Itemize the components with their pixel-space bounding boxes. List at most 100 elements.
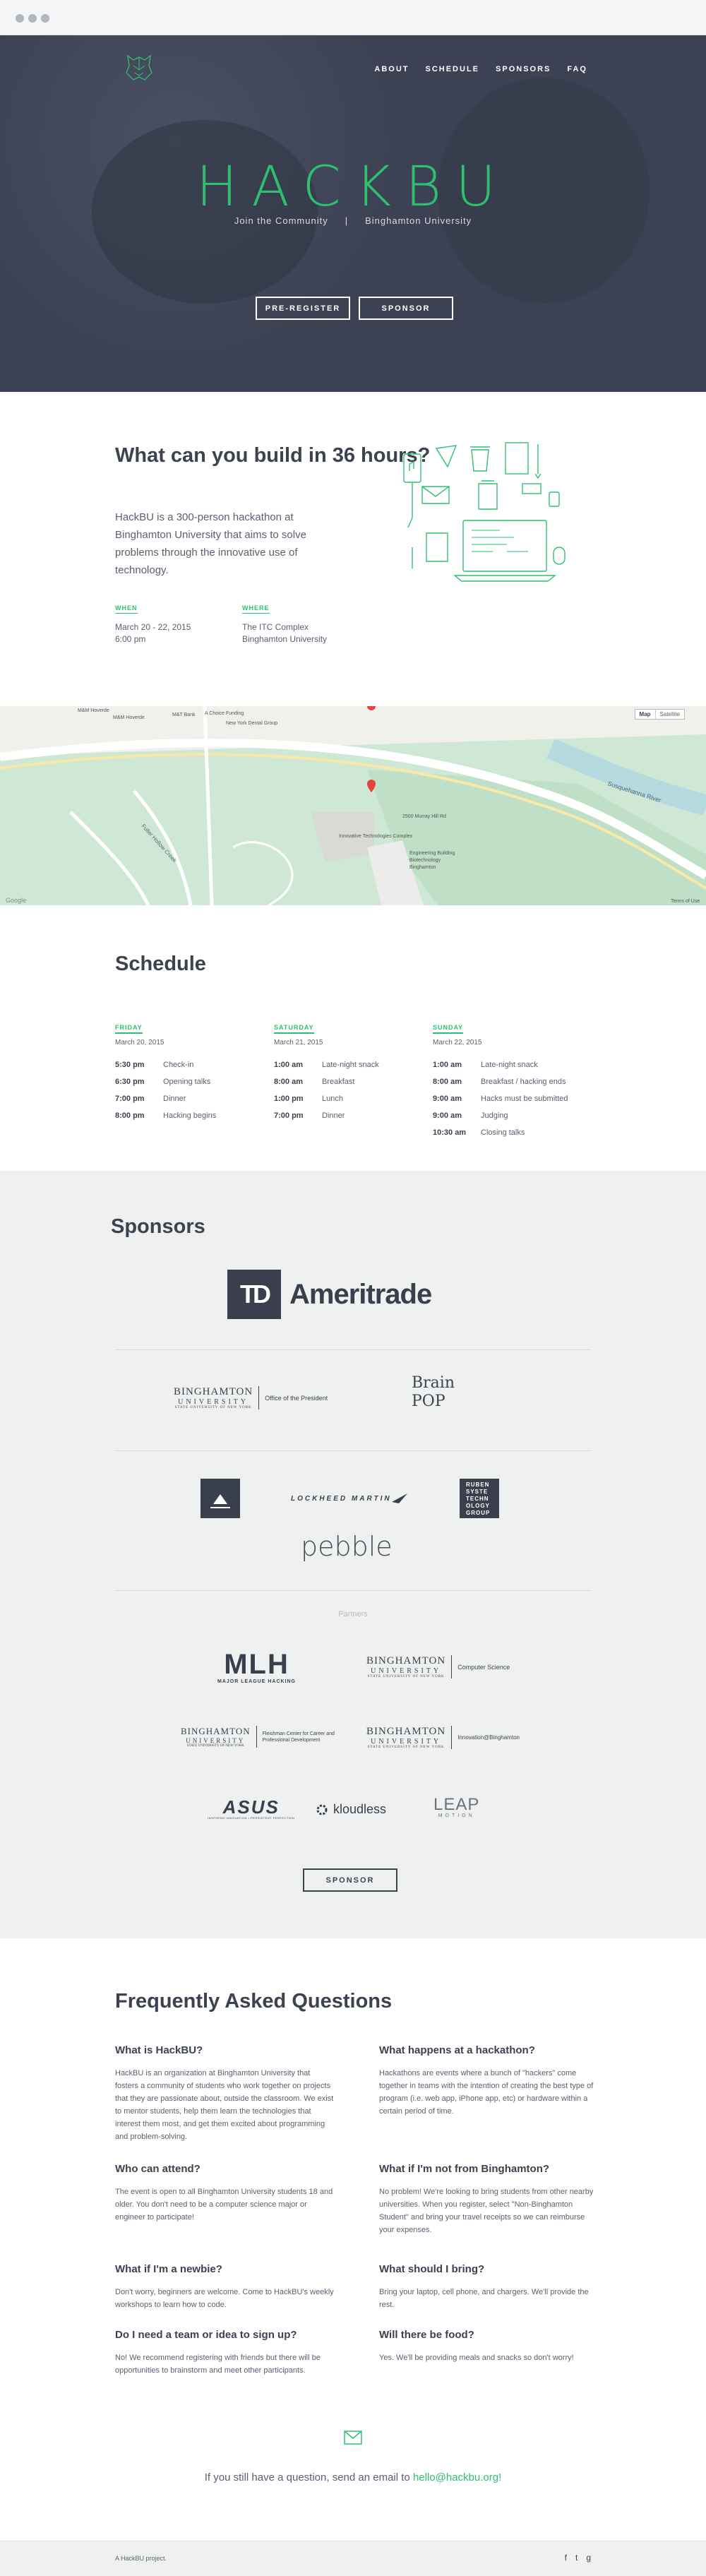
faq-section: Frequently Asked Questions What is HackB…: [0, 1938, 706, 2471]
ruben-systems-logo[interactable]: RUBEN SYSTE TECHN OLOGY GROUP: [460, 1479, 499, 1518]
about-section: What can you build in 36 hours? HackBU i…: [0, 392, 706, 706]
nav-sponsors[interactable]: SPONSORS: [496, 65, 551, 73]
map-label: 2500 Murray Hill Rd: [402, 814, 446, 819]
mlh-wordmark: MLH: [224, 1649, 289, 1680]
td-ameritrade-logo[interactable]: TD Ameritrade: [227, 1270, 432, 1319]
pebble-logo[interactable]: pebble: [301, 1531, 393, 1562]
schedule-event: 9:00 am Judging: [433, 1107, 581, 1124]
schedule-event: 1:00 pm Lunch: [274, 1090, 422, 1107]
event-label: Judging: [481, 1111, 508, 1120]
twitter-icon[interactable]: t: [575, 2553, 578, 2563]
map-label: Binghamton: [409, 865, 436, 870]
schedule-event: 8:00 am Breakfast / hacking ends: [433, 1073, 581, 1090]
facebook-icon[interactable]: f: [565, 2553, 567, 2563]
kloudless-logo[interactable]: kloudless: [315, 1802, 386, 1817]
event-label: Lunch: [322, 1095, 343, 1103]
map-type-satellite[interactable]: Satellite: [654, 710, 684, 719]
binghamton-president-logo[interactable]: BINGHAMTON UNIVERSITY STATE UNIVERSITY O…: [174, 1386, 328, 1409]
day-name: SUNDAY: [433, 1024, 464, 1034]
faq-item: What happens at a hackathon? Hackathons a…: [379, 2044, 598, 2118]
hero-title: HACKBU: [196, 155, 510, 219]
github-icon[interactable]: g: [586, 2553, 591, 2563]
footer-credit: A HackBU project.: [115, 2555, 167, 2562]
contact-email-link[interactable]: hello@hackbu.org!: [413, 2471, 501, 2483]
map-type-map[interactable]: Map: [635, 710, 655, 719]
where-label: WHERE: [242, 604, 270, 614]
mlh-logo[interactable]: MLH MAJOR LEAGUE HACKING: [217, 1650, 296, 1684]
fleishman-center-logo[interactable]: BINGHAMTON UNIVERSITY STATE UNIVERSITY O…: [181, 1726, 340, 1748]
binghamton-cs-logo[interactable]: BINGHAMTON UNIVERSITY STATE UNIVERSITY O…: [366, 1655, 510, 1678]
event-label: Closing talks: [481, 1128, 525, 1137]
innovation-label: Innovation@Binghamton: [457, 1734, 520, 1741]
notebook-icon: [505, 442, 529, 475]
ruben-line: GROUP: [466, 1510, 491, 1516]
nav-faq[interactable]: FAQ: [567, 65, 587, 73]
nav-schedule[interactable]: SCHEDULE: [426, 65, 480, 73]
pizza-icon: [435, 445, 457, 468]
ruben-line: TECHN: [466, 1496, 489, 1502]
brainpop-logo[interactable]: Brain POP: [412, 1374, 464, 1419]
location-map[interactable]: M&M Hoverde M&M Hoverde M&T Bank A Choic…: [0, 706, 706, 905]
music-note-icon: [409, 460, 414, 471]
sponsor-square-logo[interactable]: [201, 1479, 240, 1518]
leap-motion-logo[interactable]: LEAP MOTION: [433, 1796, 479, 1819]
schedule-heading: Schedule: [115, 953, 206, 975]
faq-answer: Don't worry, beginners are welcome. Come…: [115, 2288, 334, 2309]
faq-answer: HackBU is an organization at Binghamton …: [115, 2069, 334, 2141]
emblem-icon: [210, 1494, 230, 1508]
event-label: Late-night snack: [322, 1061, 379, 1069]
map-canvas[interactable]: M&M Hoverde M&M Hoverde M&T Bank A Choic…: [0, 706, 706, 905]
become-sponsor-button[interactable]: SPONSOR: [303, 1868, 397, 1892]
when-time: 6:00 pm: [115, 634, 146, 644]
about-heading: What can you build in 36 hours?: [115, 444, 431, 467]
map-type-toggle: Map Satellite: [634, 709, 685, 720]
window-dot[interactable]: [28, 14, 37, 23]
map-label: M&M Hoverde: [113, 715, 145, 720]
kloudless-gear-icon: [316, 1804, 328, 1815]
map-label: Innovative Technologies Complex: [339, 834, 413, 839]
innovation-binghamton-logo[interactable]: BINGHAMTON UNIVERSITY STATE UNIVERSITY O…: [366, 1726, 520, 1749]
sponsors-section: Sponsors TD Ameritrade BINGHAMTON UNIVER…: [0, 1171, 706, 1938]
nav-about[interactable]: ABOUT: [374, 65, 409, 73]
hero-sub-right: Binghamton University: [365, 215, 472, 226]
window-dot[interactable]: [41, 14, 49, 23]
hero-sponsor-button[interactable]: SPONSOR: [359, 297, 453, 320]
faq-question: What happens at a hackathon?: [379, 2044, 535, 2056]
event-label: Dinner: [322, 1111, 345, 1120]
event-time: 8:00 pm: [115, 1111, 145, 1120]
ruben-line: RUBEN: [466, 1481, 490, 1488]
faq-item: What if I'm not from Binghamton? No probl…: [379, 2163, 598, 2236]
lockheed-martin-logo[interactable]: LOCKHEED MARTIN: [291, 1492, 407, 1505]
event-time: 1:00 am: [433, 1061, 462, 1069]
university-wordmark: UNIVERSITY: [178, 1398, 249, 1406]
when-label: WHEN: [115, 604, 138, 614]
about-intro: HackBU is a 300-person hackathon at Bing…: [115, 511, 306, 576]
contact-line: If you still have a question, send an em…: [0, 2471, 706, 2483]
map-terms: Terms of Use: [671, 899, 700, 904]
schedule-section: Schedule FRIDAY March 20, 2015 5:30 pm Chec…: [0, 905, 706, 1171]
pencil-icon: [534, 444, 542, 479]
partners-label: Partners: [338, 1610, 368, 1618]
schedule-day-saturday: SATURDAY March 21, 2015 1:00 am Late-night …: [274, 1020, 422, 1124]
schedule-event: 1:00 am Late-night snack: [274, 1056, 422, 1073]
asus-logo[interactable]: ASUS INSPIRING INNOVATION • PERSISTENT P…: [208, 1798, 294, 1820]
event-label: Hacking begins: [163, 1111, 217, 1120]
laptop-icon: [462, 520, 547, 572]
suny-label: STATE UNIVERSITY OF NEW YORK: [367, 1746, 445, 1749]
binghamton-wordmark: BINGHAMTON: [366, 1726, 446, 1737]
day-name: SATURDAY: [274, 1024, 314, 1034]
browser-bar: [0, 0, 706, 35]
map-label: Engineering Building: [409, 851, 455, 856]
map-label: New York Dental Group: [226, 721, 277, 726]
preregister-button[interactable]: PRE-REGISTER: [256, 297, 350, 320]
binghamton-wordmark: BINGHAMTON: [366, 1655, 446, 1666]
event-label: Breakfast: [322, 1078, 355, 1086]
bearcat-logo-icon[interactable]: [124, 52, 155, 83]
schedule-event: 9:00 am Hacks must be submitted: [433, 1090, 581, 1107]
faq-answer: Hackathons are events where a bunch of "…: [379, 2069, 594, 2116]
faq-answer: Bring your laptop, cell phone, and charg…: [379, 2288, 589, 2309]
window-dot[interactable]: [16, 14, 24, 23]
faq-question: Who can attend?: [115, 2163, 201, 2175]
computer-science-label: Computer Science: [457, 1663, 510, 1671]
kloudless-wordmark: kloudless: [333, 1802, 387, 1816]
